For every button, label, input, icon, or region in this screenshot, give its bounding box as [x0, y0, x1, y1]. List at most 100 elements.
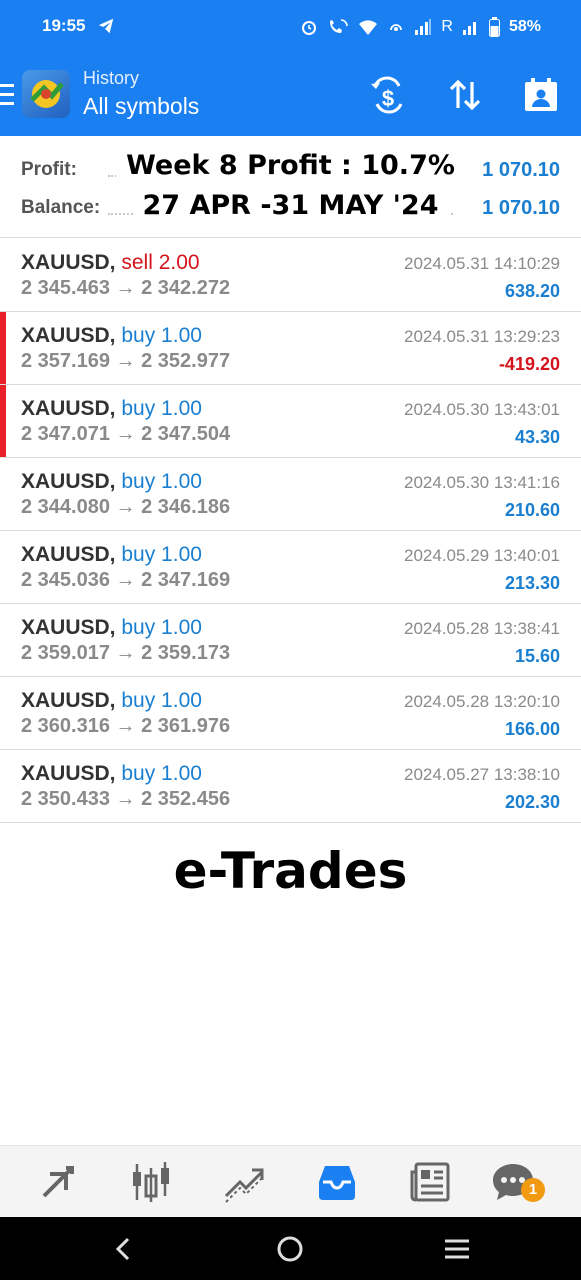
deal-symbol: XAUUSD, [21, 470, 116, 493]
deal-close-price: 2 346.186 [141, 496, 231, 518]
arrow-icon: → [115, 569, 136, 591]
arrow-icon: → [115, 715, 136, 737]
deal-prices: 2 345.463 → 2 342.272 [21, 277, 230, 300]
chart-icon[interactable] [129, 1160, 173, 1204]
status-time: 19:55 [42, 16, 86, 35]
deal-prices: 2 344.080 → 2 346.186 [21, 496, 230, 519]
deal-close-price: 2 347.504 [141, 423, 231, 445]
deal-symbol: XAUUSD, [21, 616, 116, 639]
deal-open-price: 2 344.080 [21, 496, 110, 518]
deal-symbol: XAUUSD, [21, 397, 116, 420]
deal-symbol: XAUUSD, [21, 543, 116, 566]
deal-close-price: 2 342.272 [141, 277, 231, 299]
deal-side: sell 2.00 [121, 251, 200, 274]
signal-icon-2 [462, 22, 476, 35]
page-title: All symbols [83, 93, 200, 119]
calendar-icon[interactable] [522, 76, 560, 114]
account-summary: Profit: 1 070.10 Balance: 1 070.10 Week … [0, 136, 581, 238]
arrow-icon: → [115, 788, 136, 810]
deal-prices: 2 350.433 → 2 352.456 [21, 788, 230, 811]
deal-open-price: 2 345.036 [21, 569, 110, 591]
deal-side: buy 1.00 [121, 397, 202, 420]
recents-icon[interactable] [443, 1235, 471, 1263]
history-icon[interactable] [315, 1160, 359, 1204]
wifi-call-icon [330, 19, 349, 33]
deal-profit: -419.20 [498, 354, 560, 374]
home-icon[interactable] [276, 1235, 304, 1263]
status-icons: R 58% [300, 15, 541, 39]
deal-title: XAUUSD, buy 1.00 [21, 689, 202, 713]
arrow-icon: → [115, 423, 136, 445]
app-logo [22, 70, 70, 118]
hotspot-icon [390, 24, 403, 31]
telegram-icon [98, 18, 114, 34]
deal-side: buy 1.00 [121, 470, 202, 493]
deal-row[interactable]: XAUUSD, buy 1.00 2 357.169 → 2 352.977 202… [0, 312, 581, 385]
alarm-icon [302, 21, 317, 35]
deal-profit: 638.20 [504, 281, 560, 301]
deal-row[interactable]: XAUUSD, sell 2.00 2 345.463 → 2 342.272 20… [0, 239, 581, 312]
deal-open-price: 2 347.071 [21, 423, 110, 445]
deal-marker [0, 312, 6, 384]
back-icon[interactable] [110, 1235, 138, 1263]
deal-title: XAUUSD, buy 1.00 [21, 470, 202, 494]
menu-icon[interactable] [0, 84, 14, 106]
deal-title: XAUUSD, buy 1.00 [21, 324, 202, 348]
deal-open-price: 2 345.463 [21, 277, 110, 299]
deal-title: XAUUSD, buy 1.00 [21, 762, 202, 786]
arrow-icon: → [115, 496, 136, 518]
deal-row[interactable]: XAUUSD, buy 1.00 2 359.017 → 2 359.173 202… [0, 604, 581, 677]
deal-row[interactable]: XAUUSD, buy 1.00 2 360.316 → 2 361.976 202… [0, 677, 581, 750]
deal-side: buy 1.00 [121, 762, 202, 785]
deal-row[interactable]: XAUUSD, buy 1.00 2 347.071 → 2 347.504 202… [0, 385, 581, 458]
deal-time: 2024.05.28 13:20:10 [404, 692, 560, 711]
deal-symbol: XAUUSD, [21, 324, 116, 347]
header-titles[interactable]: History All symbols [83, 68, 199, 120]
app-header: 19:55 R 58% History All symbols $ [0, 0, 581, 136]
network-label: R [441, 18, 453, 35]
deal-profit: 15.60 [514, 646, 560, 666]
sort-icon[interactable] [446, 76, 484, 114]
quotes-icon[interactable] [36, 1160, 80, 1204]
deal-time: 2024.05.31 14:10:29 [404, 254, 560, 273]
deal-prices: 2 347.071 → 2 347.504 [21, 423, 230, 446]
deal-profit: 166.00 [504, 719, 560, 739]
deal-symbol: XAUUSD, [21, 251, 116, 274]
deal-prices: 2 359.017 → 2 359.173 [21, 642, 230, 665]
brand-watermark: e-Trades [173, 842, 408, 900]
deal-marker [0, 385, 6, 457]
deal-title: XAUUSD, buy 1.00 [21, 543, 202, 567]
deal-symbol: XAUUSD, [21, 689, 116, 712]
wifi-icon [359, 20, 378, 35]
news-icon[interactable] [408, 1160, 452, 1204]
deal-profit: 202.30 [504, 792, 560, 812]
trade-icon[interactable] [222, 1160, 266, 1204]
battery-level: 58% [508, 18, 541, 35]
chat-badge: 1 [521, 1178, 545, 1202]
deal-prices: 2 357.169 → 2 352.977 [21, 350, 230, 373]
deal-row[interactable]: XAUUSD, buy 1.00 2 350.433 → 2 352.456 202… [0, 750, 581, 823]
deal-close-price: 2 352.456 [141, 788, 231, 810]
deal-prices: 2 360.316 → 2 361.976 [21, 715, 230, 738]
arrow-icon: → [115, 350, 136, 372]
deal-profit: 210.60 [504, 500, 560, 520]
deal-side: buy 1.00 [121, 324, 202, 347]
currency-filter-icon[interactable]: $ [369, 76, 407, 114]
deal-close-price: 2 361.976 [141, 715, 231, 737]
bottom-navigation [0, 1145, 581, 1217]
deal-title: XAUUSD, buy 1.00 [21, 616, 202, 640]
arrow-icon: → [115, 277, 136, 299]
header-subtitle: History [83, 68, 140, 88]
deal-profit: 43.30 [514, 427, 560, 447]
deal-side: buy 1.00 [121, 689, 202, 712]
deal-time: 2024.05.29 13:40:01 [404, 546, 560, 565]
deal-row[interactable]: XAUUSD, buy 1.00 2 345.036 → 2 347.169 202… [0, 531, 581, 604]
status-bar: 19:55 R 58% [0, 0, 581, 52]
deal-time: 2024.05.30 13:41:16 [404, 473, 560, 492]
system-navigation [0, 1217, 581, 1280]
deal-close-price: 2 359.173 [141, 642, 231, 664]
signal-icon [415, 19, 432, 35]
deal-open-price: 2 357.169 [21, 350, 110, 372]
deal-time: 2024.05.27 13:38:10 [404, 765, 560, 784]
deal-row[interactable]: XAUUSD, buy 1.00 2 344.080 → 2 346.186 202… [0, 458, 581, 531]
